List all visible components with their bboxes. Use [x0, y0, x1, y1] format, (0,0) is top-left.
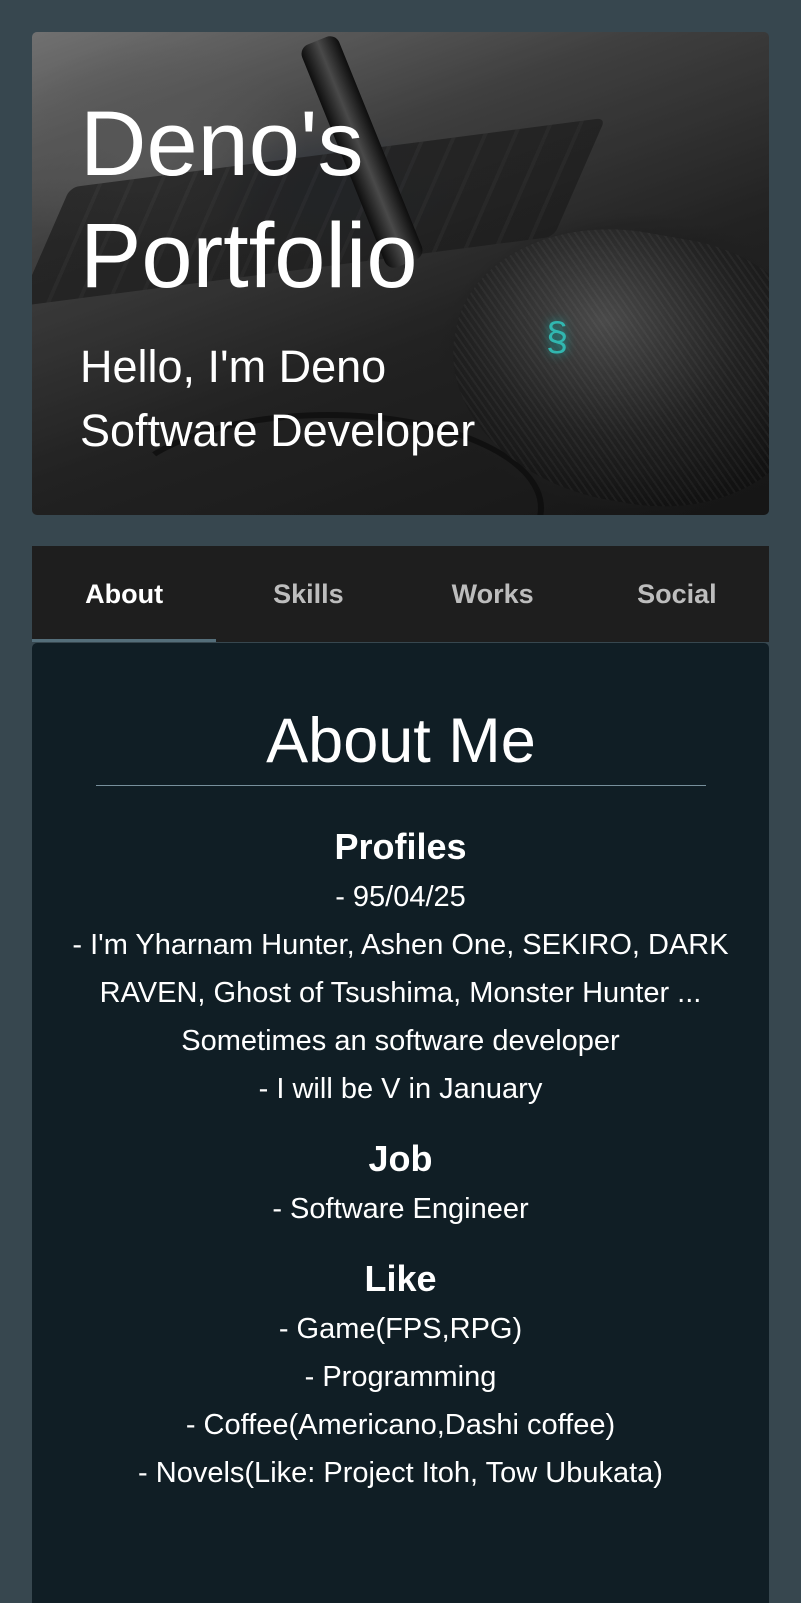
- tab-bar: About Skills Works Social: [32, 546, 769, 642]
- job-section: Job - Software Engineer: [72, 1133, 729, 1233]
- tab-skills[interactable]: Skills: [216, 546, 400, 642]
- hero-title: Deno's Portfolio: [80, 93, 418, 307]
- hero-role: Software Developer: [80, 405, 476, 456]
- section-line: - Coffee(Americano,Dashi coffee): [185, 1409, 616, 1441]
- section-line: - Software Engineer: [272, 1193, 529, 1225]
- section-line: - Programming: [304, 1361, 497, 1393]
- about-panel: About Me Profiles - 95/04/25 - I'm Yharn…: [32, 643, 769, 1603]
- section-title: Profiles: [334, 826, 467, 867]
- section-title: Like: [364, 1258, 437, 1299]
- about-heading: About Me: [96, 699, 706, 786]
- like-section: Like - Game(FPS,RPG) - Programming - Cof…: [72, 1253, 729, 1497]
- tab-works[interactable]: Works: [401, 546, 585, 642]
- tab-social[interactable]: Social: [585, 546, 769, 642]
- hero-banner: § Deno's Portfolio Hello, I'm Deno Softw…: [32, 32, 769, 515]
- section-line: - 95/04/25: [335, 881, 466, 913]
- profiles-section: Profiles - 95/04/25 - I'm Yharnam Hunter…: [72, 821, 729, 1113]
- tab-about[interactable]: About: [32, 546, 217, 642]
- section-line: - Novels(Like: Project Itoh, Tow Ubukata…: [138, 1457, 663, 1489]
- about-sections: Profiles - 95/04/25 - I'm Yharnam Hunter…: [72, 821, 729, 1497]
- section-line: - I will be V in January: [258, 1073, 543, 1105]
- section-line: - I'm Yharnam Hunter, Ashen One, SEKIRO,…: [72, 929, 729, 1057]
- hero-subtitle: Hello, I'm Deno Software Developer: [80, 335, 475, 463]
- section-title: Job: [368, 1138, 433, 1179]
- hero-greeting: Hello, I'm Deno: [80, 341, 387, 392]
- section-line: - Game(FPS,RPG): [278, 1313, 523, 1345]
